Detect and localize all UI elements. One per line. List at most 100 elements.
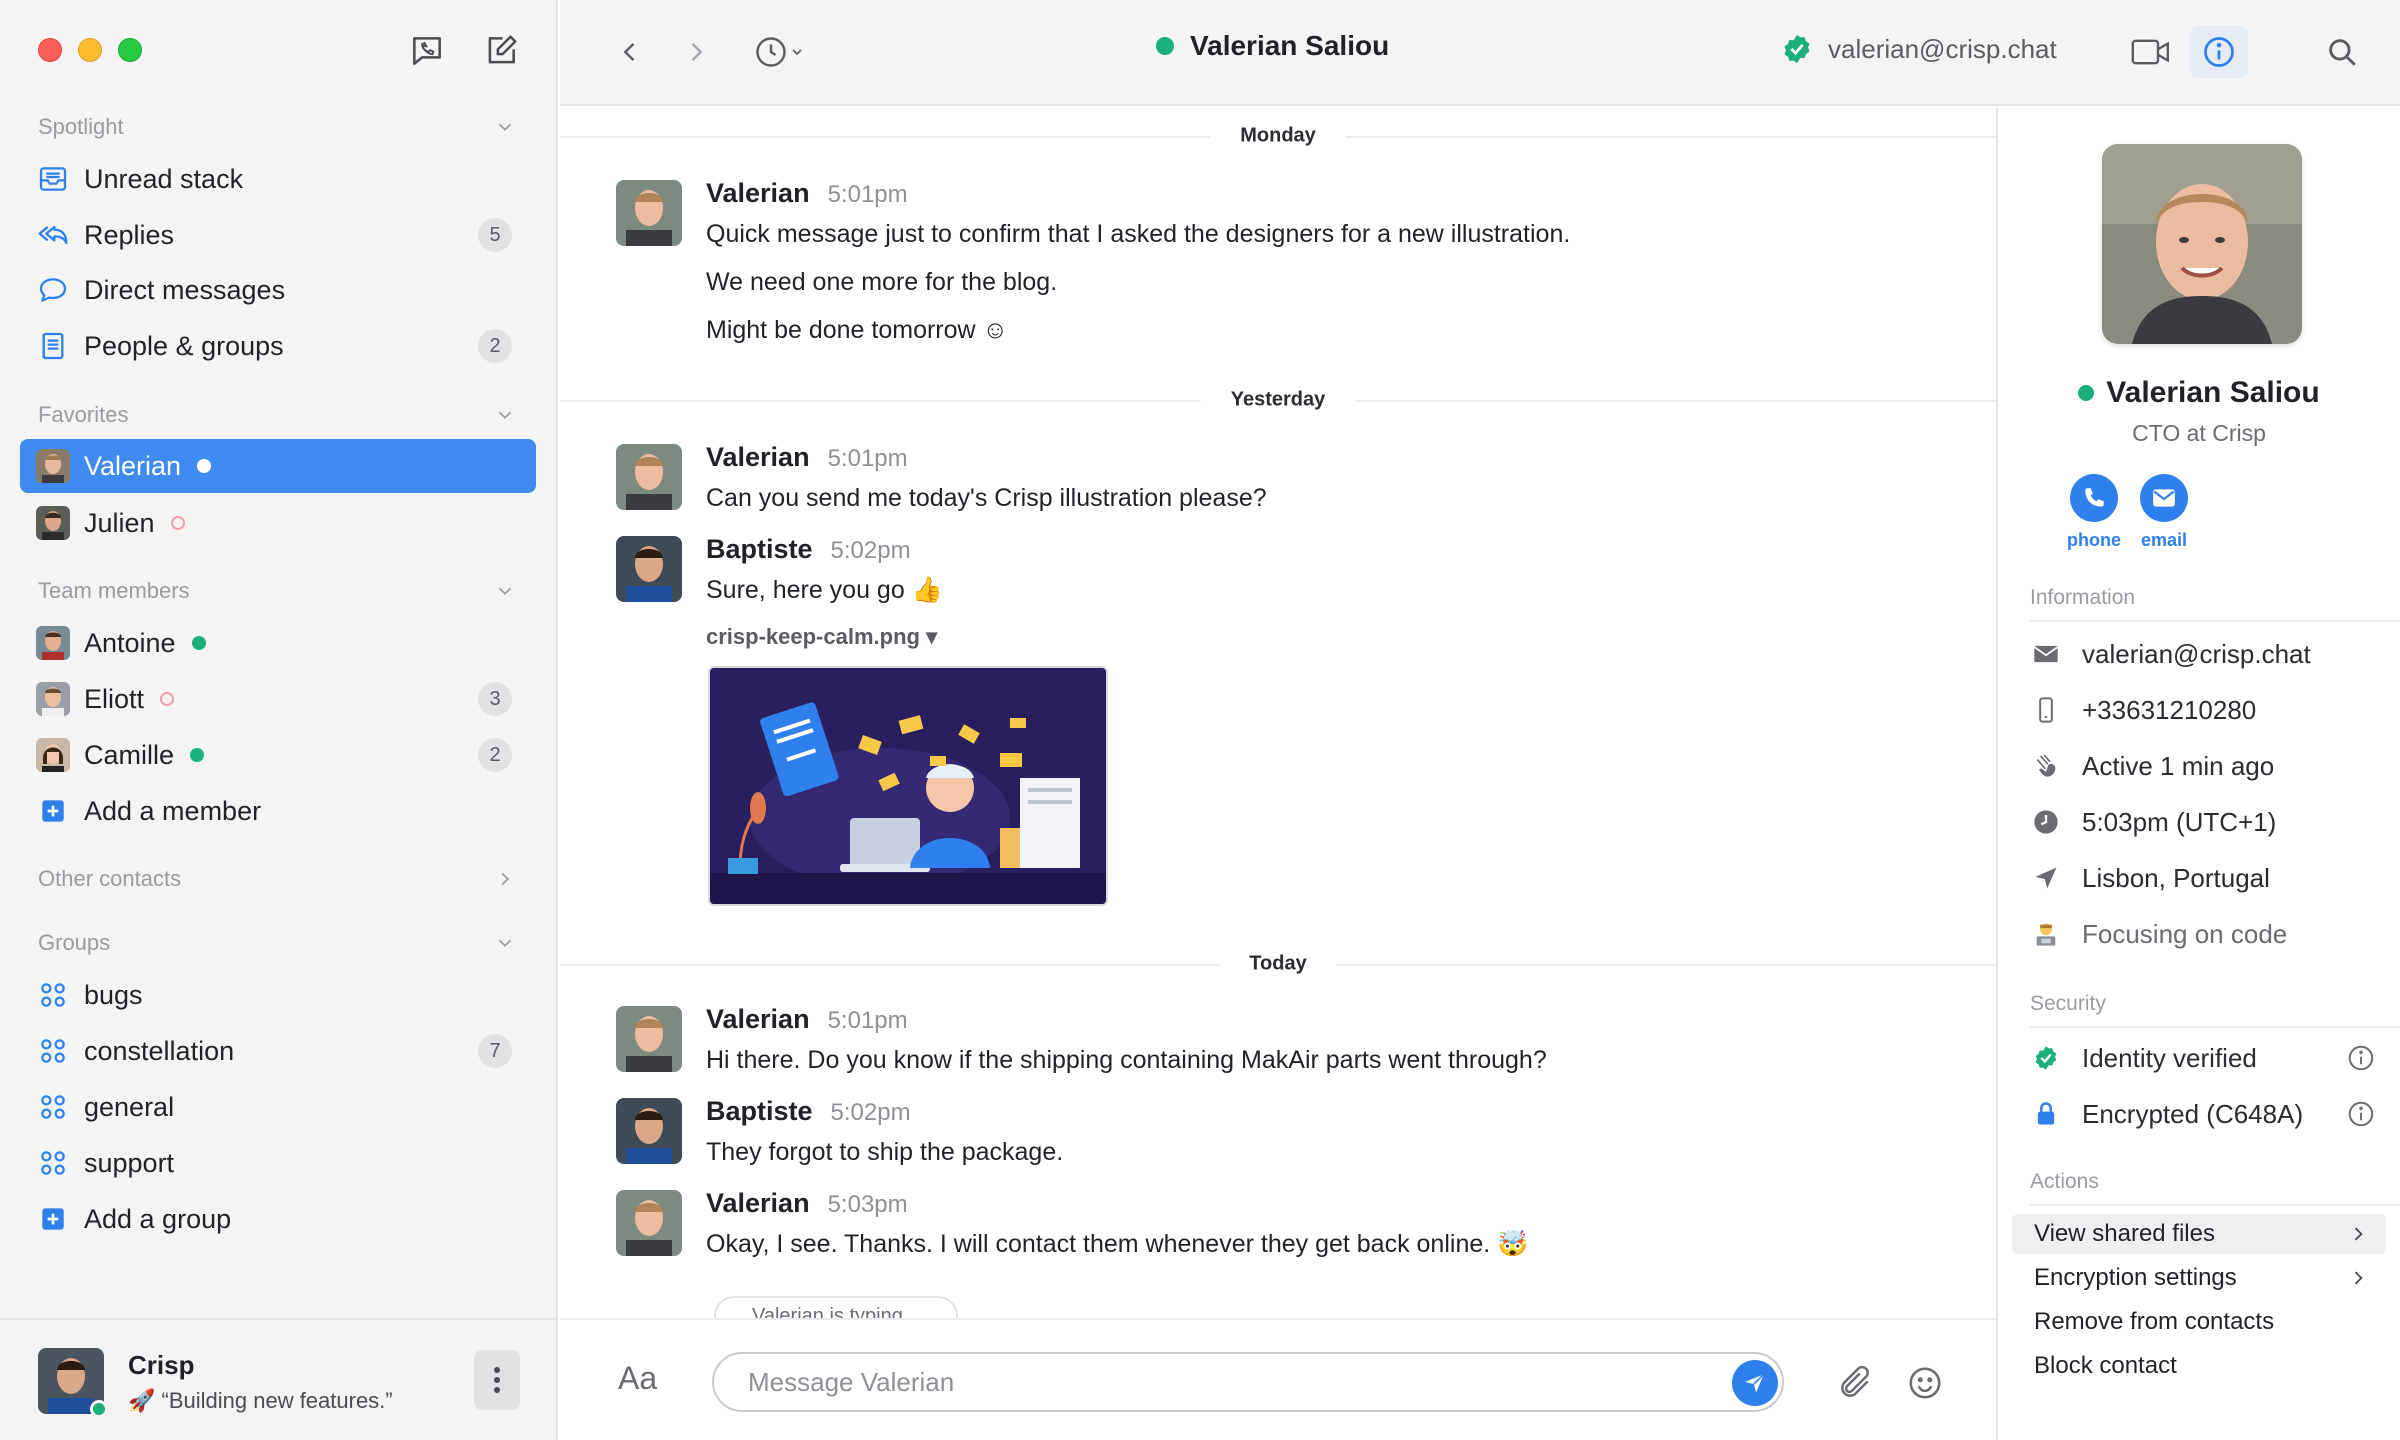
contact-photo[interactable]: [2102, 144, 2302, 344]
info-value: +33631210280: [2082, 694, 2257, 725]
section-header-groups[interactable]: Groups: [38, 928, 516, 958]
verified-badge-icon: [2030, 1042, 2062, 1074]
contact-name: Valerian Saliou: [1998, 376, 2400, 410]
email-button[interactable]: email: [2124, 474, 2204, 551]
attachment-filename[interactable]: crisp-keep-calm.png ▾: [706, 624, 937, 650]
avatar: [36, 449, 70, 483]
paper-plane-icon: [1745, 1373, 1765, 1393]
block-contact-button[interactable]: Block contact: [2012, 1346, 2386, 1386]
search-button[interactable]: [2322, 32, 2362, 72]
sidebar-item-group-support[interactable]: support: [20, 1136, 536, 1190]
sidebar-item-label: Camille: [84, 739, 175, 770]
contact-name: Valerian Saliou: [1190, 30, 1390, 61]
sidebar-item-people-groups[interactable]: People & groups 2: [20, 319, 536, 373]
status-indicator: [197, 459, 212, 473]
avatar[interactable]: [616, 444, 682, 510]
section-header-spotlight[interactable]: Spotlight: [38, 112, 516, 142]
video-call-button[interactable]: [2126, 32, 2176, 72]
info-value: Active 1 min ago: [2082, 750, 2275, 781]
sidebar-item-julien[interactable]: Julien: [20, 496, 536, 550]
zoom-window-button[interactable]: [118, 38, 142, 62]
paperclip-icon[interactable]: [1836, 1364, 1874, 1402]
sidebar-toolbar: [408, 32, 520, 70]
sidebar-item-label: Valerian: [84, 450, 182, 481]
section-title: Team members: [38, 578, 190, 603]
sidebar-item-antoine[interactable]: Antoine: [20, 616, 536, 670]
status-indicator: [191, 636, 206, 650]
history-button[interactable]: [744, 32, 814, 72]
security-row-encryption: Encrypted (C648A): [2030, 1094, 2376, 1134]
sidebar-item-unread-stack[interactable]: Unread stack: [20, 152, 536, 206]
status-indicator: [2078, 385, 2095, 401]
location-arrow-icon: [2030, 862, 2062, 894]
text-format-button[interactable]: Aa: [618, 1360, 657, 1397]
message-time: 5:02pm: [830, 537, 911, 564]
contact-profile-panel: Valerian Saliou CTO at Crisp phone email…: [1996, 108, 2400, 1440]
message-text: Quick message just to confirm that I ask…: [706, 220, 1571, 248]
section-header-other-contacts[interactable]: Other contacts: [38, 864, 516, 894]
count-badge: 2: [478, 738, 512, 772]
section-header-team-members[interactable]: Team members: [38, 576, 516, 606]
contact-name-text: Valerian Saliou: [2106, 376, 2320, 409]
sidebar-item-camille[interactable]: Camille 2: [20, 728, 536, 782]
clock-icon: [756, 37, 786, 67]
sidebar-item-eliott[interactable]: Eliott 3: [20, 672, 536, 726]
sidebar-item-replies[interactable]: Replies 5: [20, 208, 536, 262]
remove-from-contacts-button[interactable]: Remove from contacts: [2012, 1302, 2386, 1342]
message-time: 5:01pm: [827, 445, 908, 472]
info-button[interactable]: [2190, 26, 2248, 78]
avatar: [36, 626, 70, 660]
email-text: valerian@crisp.chat: [1828, 33, 2057, 64]
day-separator: Yesterday: [560, 388, 1996, 412]
close-window-button[interactable]: [38, 38, 62, 62]
encryption-settings-button[interactable]: Encryption settings: [2012, 1258, 2386, 1298]
sidebar-item-group-constellation[interactable]: constellation 7: [20, 1024, 536, 1078]
avatar[interactable]: [616, 1098, 682, 1164]
avatar[interactable]: [616, 1190, 682, 1256]
section-header-favorites[interactable]: Favorites: [38, 400, 516, 430]
sidebar-item-label: Eliott: [84, 683, 145, 714]
count-badge: 7: [478, 1034, 512, 1068]
message-time: 5:01pm: [827, 1007, 908, 1034]
sidebar-item-valerian[interactable]: Valerian: [20, 439, 536, 493]
emoji-icon[interactable]: [1906, 1364, 1944, 1402]
sidebar-item-group-bugs[interactable]: bugs: [20, 968, 536, 1022]
info-icon[interactable]: [2346, 1043, 2376, 1073]
current-user-panel: Crisp 🚀 “Building new features.”: [0, 1318, 556, 1440]
send-button[interactable]: [1732, 1360, 1778, 1406]
info-row-location[interactable]: Lisbon, Portugal: [2030, 858, 2376, 898]
back-button[interactable]: [610, 32, 650, 72]
section-title-information: Information: [2030, 586, 2400, 622]
security-value: Encrypted (C648A): [2082, 1098, 2304, 1129]
avatar[interactable]: [616, 180, 682, 246]
technologist-emoji-icon: [2030, 918, 2062, 950]
info-row-email[interactable]: valerian@crisp.chat: [2030, 634, 2376, 674]
contact-role: CTO at Crisp: [2132, 420, 2266, 446]
message-list[interactable]: Monday Valerian 5:01pm Quick message just…: [560, 108, 1996, 1328]
compose-icon[interactable]: [482, 32, 520, 70]
phone-button[interactable]: phone: [2054, 474, 2134, 551]
message-input[interactable]: Message Valerian: [712, 1352, 1784, 1412]
add-group-button[interactable]: Add a group: [20, 1192, 536, 1246]
info-row-phone[interactable]: +33631210280: [2030, 690, 2376, 730]
clock-icon: [2030, 806, 2062, 838]
forward-button[interactable]: [676, 32, 716, 72]
add-member-button[interactable]: Add a member: [20, 784, 536, 838]
sidebar-item-label: People & groups: [84, 330, 284, 361]
call-chat-icon[interactable]: [408, 32, 446, 70]
attachment-image[interactable]: [708, 666, 1108, 906]
message-header: Baptiste 5:02pm: [706, 1096, 911, 1127]
more-options-button[interactable]: [474, 1350, 520, 1410]
sidebar-item-label: Antoine: [84, 627, 176, 658]
info-icon[interactable]: [2346, 1099, 2376, 1129]
sidebar-item-group-general[interactable]: general: [20, 1080, 536, 1134]
minimize-window-button[interactable]: [78, 38, 102, 62]
sidebar-item-direct-messages[interactable]: Direct messages: [20, 263, 536, 317]
security-row-identity: Identity verified: [2030, 1038, 2376, 1078]
avatar[interactable]: [616, 536, 682, 602]
avatar[interactable]: [616, 1006, 682, 1072]
view-shared-files-button[interactable]: View shared files: [2012, 1214, 2386, 1254]
info-value: 5:03pm (UTC+1): [2082, 806, 2277, 837]
conversation-header: Valerian Saliou valerian@crisp.chat: [560, 0, 2400, 106]
avatar: [36, 506, 70, 540]
